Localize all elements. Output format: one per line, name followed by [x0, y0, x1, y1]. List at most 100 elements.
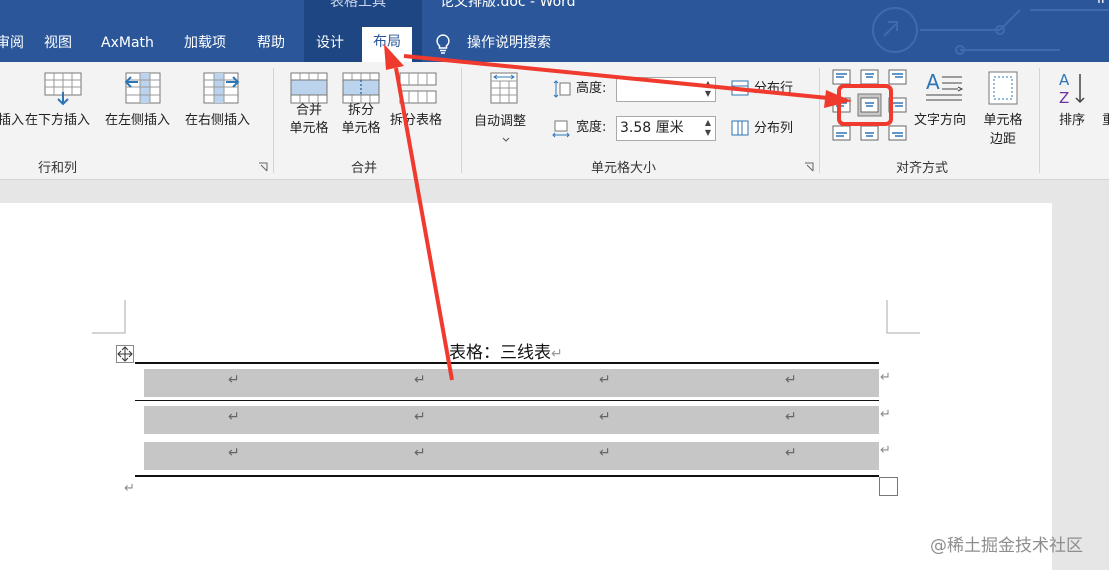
- group-cell-size-label: 单元格大小: [591, 161, 657, 176]
- height-input[interactable]: ▲ ▼: [616, 77, 716, 102]
- height-spin-arrows[interactable]: ▲ ▼: [703, 79, 713, 100]
- split-cells-icon[interactable]: [342, 72, 380, 104]
- split-cells-button[interactable]: 拆分 单元格: [338, 102, 384, 138]
- tab-design[interactable]: 设计: [316, 32, 344, 54]
- crop-mark-right: [886, 300, 920, 334]
- cell-margins-label-2: 边距: [989, 132, 1016, 147]
- table-caption[interactable]: 表格：三线表↵: [449, 338, 563, 363]
- width-input[interactable]: 3.58 厘米 ▲ ▼: [616, 116, 716, 141]
- insert-left-button[interactable]: 在左侧插入: [105, 111, 170, 130]
- sort-icon[interactable]: A Z: [1058, 70, 1088, 106]
- tab-layout[interactable]: 布局: [362, 27, 412, 62]
- cell-mark: ↵: [414, 445, 426, 461]
- svg-text:A: A: [926, 70, 940, 94]
- cell-mark: ↵: [228, 445, 240, 461]
- crop-mark-left: [92, 300, 126, 334]
- svg-text:Z: Z: [1059, 89, 1069, 106]
- table-top-rule: [135, 362, 879, 364]
- svg-text:A: A: [1059, 71, 1070, 89]
- document-title: 论文排版.doc - Word: [440, 0, 576, 10]
- cell-mark: ↵: [414, 409, 426, 425]
- paragraph-mark: ↵: [124, 481, 135, 496]
- split-table-icon[interactable]: [399, 72, 437, 104]
- distribute-columns-button[interactable]: 分布列: [754, 119, 793, 138]
- dialog-launcher-icon[interactable]: [804, 162, 814, 172]
- row-end-mark: ↵: [880, 443, 891, 458]
- cell-margins-icon[interactable]: [988, 71, 1018, 105]
- autofit-button[interactable]: 自动调整: [474, 112, 526, 131]
- table-row[interactable]: ↵ ↵ ↵ ↵: [144, 406, 879, 434]
- table-move-handle-icon[interactable]: [116, 345, 134, 363]
- table-row[interactable]: ↵ ↵ ↵ ↵: [144, 369, 879, 397]
- row-end-mark: ↵: [880, 407, 891, 422]
- insert-below-icon[interactable]: [44, 72, 82, 106]
- row-end-mark: ↵: [880, 370, 891, 385]
- split-cells-label-2: 单元格: [341, 121, 381, 136]
- autofit-icon[interactable]: [490, 72, 518, 104]
- tell-me-search[interactable]: 操作说明搜索: [467, 32, 551, 54]
- group-rows-columns-label: 行和列: [38, 161, 78, 176]
- cell-mark: ↵: [599, 445, 611, 461]
- group-separator: [273, 68, 274, 173]
- group-separator: [819, 68, 820, 173]
- distribute-rows-button[interactable]: 分布行: [754, 79, 793, 98]
- dialog-launcher-icon[interactable]: [258, 162, 268, 172]
- merge-cells-icon[interactable]: [290, 72, 328, 104]
- table-tools-label: 表格工具: [330, 0, 386, 10]
- insert-right-button[interactable]: 在右侧插入: [185, 111, 250, 130]
- column-width-icon: [552, 120, 570, 138]
- text-direction-icon[interactable]: A: [924, 69, 964, 105]
- group-alignment-label: 对齐方式: [896, 161, 949, 176]
- next-group-label[interactable]: 重: [1102, 111, 1109, 130]
- split-cells-label-1: 拆分: [347, 103, 374, 118]
- title-bar: 表格工具 论文排版.doc - Word li 审阅 视图 AxMath 加载项…: [0, 0, 1109, 62]
- height-label: 高度:: [576, 81, 607, 96]
- cell-margins-label-1: 单元格: [983, 113, 1023, 128]
- lightbulb-icon[interactable]: [434, 33, 452, 55]
- tab-review[interactable]: 审阅: [0, 32, 24, 54]
- tab-view[interactable]: 视图: [44, 32, 72, 54]
- table-caption-text: 表格：三线表: [449, 343, 551, 363]
- cell-margins-button[interactable]: 单元格 边距: [978, 111, 1028, 149]
- row-height-icon: [553, 80, 571, 98]
- tab-help[interactable]: 帮助: [257, 32, 285, 54]
- merge-cells-button[interactable]: 合并 单元格: [286, 102, 332, 138]
- table-bottom-rule: [135, 475, 879, 477]
- insert-left-icon[interactable]: [122, 72, 162, 104]
- group-separator: [461, 68, 462, 173]
- insert-above-label[interactable]: 插入: [0, 111, 24, 130]
- text-direction-button[interactable]: 文字方向: [914, 111, 966, 130]
- sort-button[interactable]: 排序: [1059, 111, 1085, 130]
- circuit-decoration-icon: [872, 7, 1109, 55]
- table-row[interactable]: ↵ ↵ ↵ ↵: [144, 442, 879, 470]
- cell-mark: ↵: [228, 372, 240, 388]
- insert-right-icon[interactable]: [202, 72, 242, 104]
- distribute-rows-icon[interactable]: [731, 80, 749, 96]
- group-separator: [1039, 68, 1040, 173]
- split-table-button[interactable]: 拆分表格: [390, 111, 442, 130]
- cell-mark: ↵: [599, 409, 611, 425]
- cell-mark: ↵: [785, 445, 797, 461]
- title-right-text: li: [1097, 0, 1105, 7]
- width-label: 宽度:: [576, 120, 607, 135]
- merge-cells-label-2: 单元格: [289, 121, 329, 136]
- table-header-rule: [135, 400, 879, 401]
- group-merge-label: 合并: [351, 161, 378, 176]
- paragraph-mark: ↵: [551, 346, 563, 362]
- merge-cells-label-1: 合并: [295, 103, 322, 118]
- insert-below-button[interactable]: 在下方插入: [25, 111, 90, 130]
- ribbon: 插入 在下方插入 在左侧插入 在右侧插入 行和列 合并 单元格 拆分 单元格 拆…: [0, 62, 1109, 180]
- chevron-down-icon[interactable]: [502, 137, 510, 143]
- watermark-text: @稀土掘金技术社区: [930, 536, 1083, 556]
- tab-addins[interactable]: 加载项: [184, 32, 226, 54]
- tab-axmath[interactable]: AxMath: [101, 32, 154, 54]
- cell-mark: ↵: [228, 409, 240, 425]
- distribute-columns-icon[interactable]: [731, 120, 749, 136]
- cell-mark: ↵: [414, 372, 426, 388]
- width-spin-arrows[interactable]: ▲ ▼: [703, 118, 713, 139]
- cell-mark: ↵: [785, 409, 797, 425]
- cell-mark: ↵: [599, 372, 611, 388]
- cell-mark: ↵: [785, 372, 797, 388]
- table-resize-handle[interactable]: [879, 477, 898, 496]
- alignment-grid[interactable]: [832, 68, 908, 148]
